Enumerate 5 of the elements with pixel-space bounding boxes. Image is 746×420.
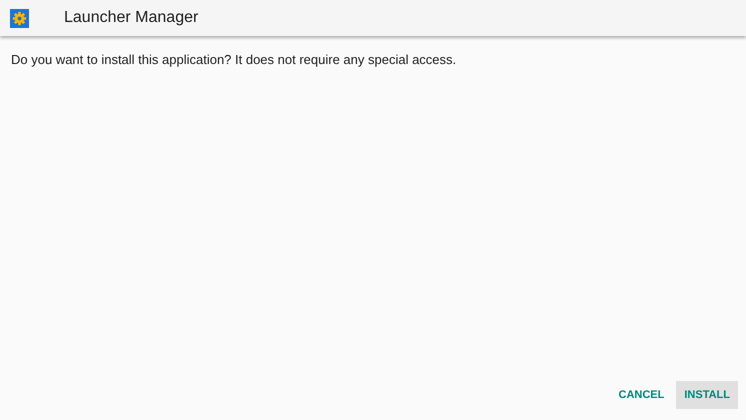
install-message: Do you want to install this application? It does not require any special access. [11, 52, 458, 67]
gear-icon [10, 8, 29, 28]
cancel-button[interactable]: CANCEL [610, 381, 672, 409]
install-button[interactable]: INSTALL [676, 381, 738, 409]
window-title: Launcher Manager [64, 9, 198, 27]
